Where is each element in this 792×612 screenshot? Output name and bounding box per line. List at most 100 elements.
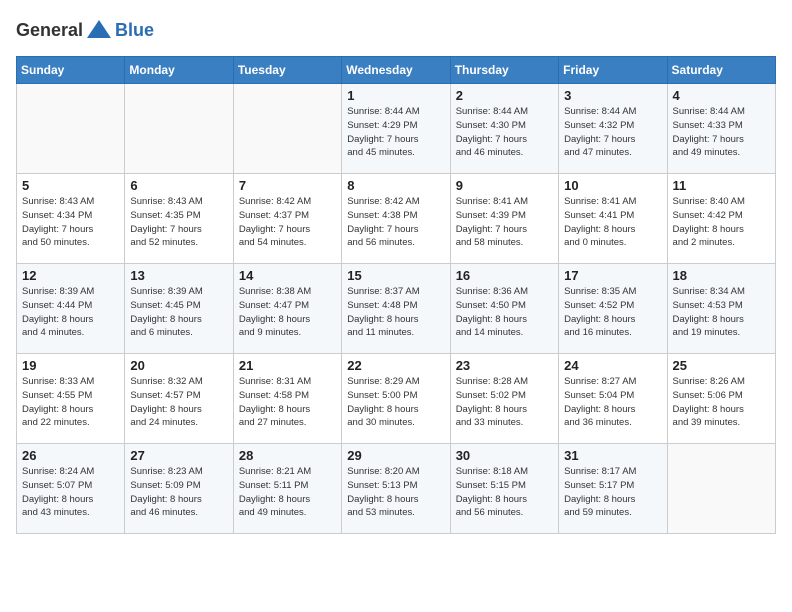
day-info: Sunrise: 8:44 AM Sunset: 4:29 PM Dayligh… (347, 105, 444, 160)
column-header-sunday: Sunday (17, 57, 125, 84)
day-number: 9 (456, 178, 553, 193)
day-info: Sunrise: 8:31 AM Sunset: 4:58 PM Dayligh… (239, 375, 336, 430)
day-number: 28 (239, 448, 336, 463)
day-number: 14 (239, 268, 336, 283)
calendar-cell: 11Sunrise: 8:40 AM Sunset: 4:42 PM Dayli… (667, 174, 775, 264)
day-number: 12 (22, 268, 119, 283)
calendar-week-row: 12 Sunrise: 8:39 AM Sunset: 4:44 PM Dayli… (17, 264, 776, 354)
day-number: 25 (673, 358, 770, 373)
calendar-cell: 18 Sunrise: 8:34 AM Sunset: 4:53 PM Dayli… (667, 264, 775, 354)
calendar-header-row: SundayMondayTuesdayWednesdayThursdayFrid… (17, 57, 776, 84)
calendar-cell: 30 Sunrise: 8:18 AM Sunset: 5:15 PM Dayli… (450, 444, 558, 534)
day-number: 2 (456, 88, 553, 103)
day-info: Sunrise: 8:44 AM Sunset: 4:33 PM Dayligh… (673, 105, 770, 160)
calendar-cell: 22 Sunrise: 8:29 AM Sunset: 5:00 PM Dayli… (342, 354, 450, 444)
day-number: 11 (673, 178, 770, 193)
day-info: Sunrise: 8:29 AM Sunset: 5:00 PM Dayligh… (347, 375, 444, 430)
day-info: Sunrise: 8:38 AM Sunset: 4:47 PM Dayligh… (239, 285, 336, 340)
day-info: Sunrise: 8:21 AM Sunset: 5:11 PM Dayligh… (239, 465, 336, 520)
calendar-cell: 14 Sunrise: 8:38 AM Sunset: 4:47 PM Dayli… (233, 264, 341, 354)
day-number: 20 (130, 358, 227, 373)
calendar-cell: 19 Sunrise: 8:33 AM Sunset: 4:55 PM Dayli… (17, 354, 125, 444)
day-info: Sunrise: 8:41 AM Sunset: 4:41 PM Dayligh… (564, 195, 661, 250)
day-info: Sunrise: 8:28 AM Sunset: 5:02 PM Dayligh… (456, 375, 553, 430)
calendar-cell: 26Sunrise: 8:24 AM Sunset: 5:07 PM Dayli… (17, 444, 125, 534)
calendar-week-row: 1 Sunrise: 8:44 AM Sunset: 4:29 PM Daylig… (17, 84, 776, 174)
day-number: 26 (22, 448, 119, 463)
day-info: Sunrise: 8:37 AM Sunset: 4:48 PM Dayligh… (347, 285, 444, 340)
day-number: 19 (22, 358, 119, 373)
calendar-cell: 23 Sunrise: 8:28 AM Sunset: 5:02 PM Dayli… (450, 354, 558, 444)
day-number: 10 (564, 178, 661, 193)
calendar-cell: 1 Sunrise: 8:44 AM Sunset: 4:29 PM Daylig… (342, 84, 450, 174)
logo-general-text: General (16, 20, 83, 41)
column-header-saturday: Saturday (667, 57, 775, 84)
day-info: Sunrise: 8:44 AM Sunset: 4:30 PM Dayligh… (456, 105, 553, 160)
calendar-cell: 24Sunrise: 8:27 AM Sunset: 5:04 PM Dayli… (559, 354, 667, 444)
calendar-week-row: 5 Sunrise: 8:43 AM Sunset: 4:34 PM Daylig… (17, 174, 776, 264)
calendar-cell: 10 Sunrise: 8:41 AM Sunset: 4:41 PM Dayli… (559, 174, 667, 264)
calendar-cell: 20 Sunrise: 8:32 AM Sunset: 4:57 PM Dayli… (125, 354, 233, 444)
day-info: Sunrise: 8:43 AM Sunset: 4:34 PM Dayligh… (22, 195, 119, 250)
calendar-cell: 4 Sunrise: 8:44 AM Sunset: 4:33 PM Daylig… (667, 84, 775, 174)
calendar-cell: 7Sunrise: 8:42 AM Sunset: 4:37 PM Daylig… (233, 174, 341, 264)
day-info: Sunrise: 8:23 AM Sunset: 5:09 PM Dayligh… (130, 465, 227, 520)
day-number: 7 (239, 178, 336, 193)
day-info: Sunrise: 8:18 AM Sunset: 5:15 PM Dayligh… (456, 465, 553, 520)
calendar-cell: 29 Sunrise: 8:20 AM Sunset: 5:13 PM Dayli… (342, 444, 450, 534)
calendar-cell: 8Sunrise: 8:42 AM Sunset: 4:38 PM Daylig… (342, 174, 450, 264)
day-number: 15 (347, 268, 444, 283)
calendar-cell: 21 Sunrise: 8:31 AM Sunset: 4:58 PM Dayli… (233, 354, 341, 444)
day-info: Sunrise: 8:39 AM Sunset: 4:45 PM Dayligh… (130, 285, 227, 340)
calendar-cell: 15 Sunrise: 8:37 AM Sunset: 4:48 PM Dayli… (342, 264, 450, 354)
day-number: 16 (456, 268, 553, 283)
calendar-cell: 2 Sunrise: 8:44 AM Sunset: 4:30 PM Daylig… (450, 84, 558, 174)
day-info: Sunrise: 8:33 AM Sunset: 4:55 PM Dayligh… (22, 375, 119, 430)
column-header-wednesday: Wednesday (342, 57, 450, 84)
calendar-cell: 5 Sunrise: 8:43 AM Sunset: 4:34 PM Daylig… (17, 174, 125, 264)
calendar-table: SundayMondayTuesdayWednesdayThursdayFrid… (16, 56, 776, 534)
day-info: Sunrise: 8:32 AM Sunset: 4:57 PM Dayligh… (130, 375, 227, 430)
calendar-cell: 6Sunrise: 8:43 AM Sunset: 4:35 PM Daylig… (125, 174, 233, 264)
day-number: 29 (347, 448, 444, 463)
day-info: Sunrise: 8:20 AM Sunset: 5:13 PM Dayligh… (347, 465, 444, 520)
calendar-cell (667, 444, 775, 534)
day-number: 1 (347, 88, 444, 103)
calendar-cell: 31Sunrise: 8:17 AM Sunset: 5:17 PM Dayli… (559, 444, 667, 534)
calendar-cell: 9 Sunrise: 8:41 AM Sunset: 4:39 PM Daylig… (450, 174, 558, 264)
calendar-cell: 25 Sunrise: 8:26 AM Sunset: 5:06 PM Dayli… (667, 354, 775, 444)
column-header-tuesday: Tuesday (233, 57, 341, 84)
calendar-cell: 27Sunrise: 8:23 AM Sunset: 5:09 PM Dayli… (125, 444, 233, 534)
day-number: 22 (347, 358, 444, 373)
day-number: 23 (456, 358, 553, 373)
calendar-week-row: 19 Sunrise: 8:33 AM Sunset: 4:55 PM Dayli… (17, 354, 776, 444)
day-number: 18 (673, 268, 770, 283)
calendar-cell: 3Sunrise: 8:44 AM Sunset: 4:32 PM Daylig… (559, 84, 667, 174)
day-info: Sunrise: 8:44 AM Sunset: 4:32 PM Dayligh… (564, 105, 661, 160)
day-number: 17 (564, 268, 661, 283)
day-number: 30 (456, 448, 553, 463)
calendar-cell: 28 Sunrise: 8:21 AM Sunset: 5:11 PM Dayli… (233, 444, 341, 534)
day-number: 31 (564, 448, 661, 463)
day-info: Sunrise: 8:27 AM Sunset: 5:04 PM Dayligh… (564, 375, 661, 430)
day-number: 8 (347, 178, 444, 193)
day-info: Sunrise: 8:41 AM Sunset: 4:39 PM Dayligh… (456, 195, 553, 250)
calendar-cell (17, 84, 125, 174)
column-header-monday: Monday (125, 57, 233, 84)
day-number: 5 (22, 178, 119, 193)
day-info: Sunrise: 8:34 AM Sunset: 4:53 PM Dayligh… (673, 285, 770, 340)
column-header-friday: Friday (559, 57, 667, 84)
page-header: General Blue (16, 16, 776, 44)
day-info: Sunrise: 8:26 AM Sunset: 5:06 PM Dayligh… (673, 375, 770, 430)
day-number: 13 (130, 268, 227, 283)
column-header-thursday: Thursday (450, 57, 558, 84)
day-number: 21 (239, 358, 336, 373)
calendar-cell (125, 84, 233, 174)
calendar-cell (233, 84, 341, 174)
calendar-cell: 12 Sunrise: 8:39 AM Sunset: 4:44 PM Dayli… (17, 264, 125, 354)
day-number: 4 (673, 88, 770, 103)
day-info: Sunrise: 8:39 AM Sunset: 4:44 PM Dayligh… (22, 285, 119, 340)
calendar-cell: 16Sunrise: 8:36 AM Sunset: 4:50 PM Dayli… (450, 264, 558, 354)
logo-text-general: General (16, 20, 83, 40)
calendar-cell: 17Sunrise: 8:35 AM Sunset: 4:52 PM Dayli… (559, 264, 667, 354)
